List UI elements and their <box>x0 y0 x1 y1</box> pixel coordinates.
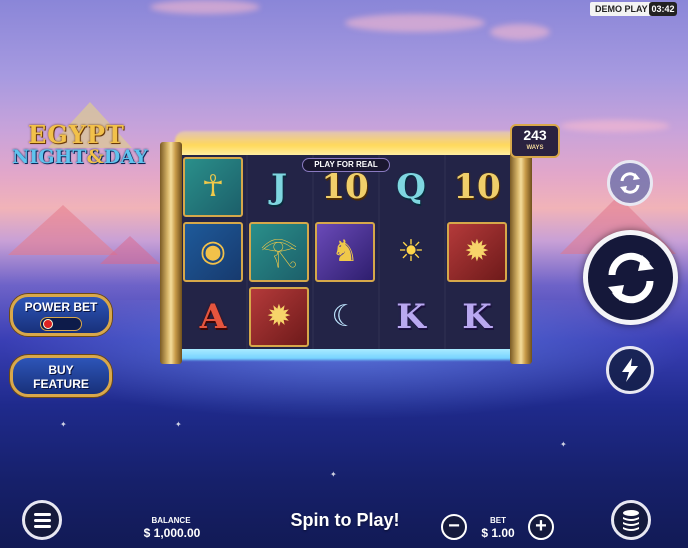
left-pillar <box>160 142 182 364</box>
autoplay-icon <box>620 172 640 194</box>
moon-icon: ☾ <box>331 300 359 333</box>
symbol-letter: 10 <box>453 167 501 207</box>
power-bet-button[interactable]: POWER BET <box>10 294 112 336</box>
reel-top-glow <box>175 131 520 157</box>
eye-of-horus-icon: 𓂀 <box>260 235 298 268</box>
reel-symbol-q: Q <box>381 157 441 217</box>
symbol-letter: K <box>462 297 492 337</box>
logo-word-night-day: NIGHT&DAY <box>12 146 148 168</box>
coin-stack-icon <box>623 510 639 531</box>
turbo-button[interactable] <box>606 346 654 394</box>
reel-symbol-sun: ☀ <box>381 222 441 282</box>
demo-play-badge: DEMO PLAY <box>590 2 653 16</box>
reel-symbol-10: 10 <box>447 157 507 217</box>
right-pillar <box>510 142 532 364</box>
clock: 03:42 <box>649 2 677 16</box>
toggle-knob <box>43 319 53 329</box>
scarab-icon: ✹ <box>266 300 292 333</box>
power-bet-label: POWER BET <box>24 300 98 314</box>
star: ✦ <box>60 420 67 429</box>
autoplay-button[interactable] <box>607 160 653 206</box>
scarab-icon: ✹ <box>464 235 490 268</box>
bet-increase-button[interactable]: + <box>528 514 554 540</box>
blue-gold-disc-icon: ◉ <box>199 235 227 268</box>
bet-label: BET <box>490 516 506 525</box>
symbol-letter: A <box>199 297 227 337</box>
symbol-letter: K <box>396 297 426 337</box>
reel-symbol-k: K <box>381 287 441 347</box>
ways-badge: 243 WAYS <box>510 124 560 158</box>
cloud <box>150 0 260 14</box>
game-logo: EGYPT NIGHT&DAY <box>10 102 150 182</box>
star: ✦ <box>175 420 182 429</box>
logo-word-egypt: EGYPT <box>28 120 125 149</box>
bet-decrease-button[interactable]: − <box>441 514 467 540</box>
reel-symbol-ankh: ☥ <box>183 157 243 217</box>
reel-symbol-scarab: ✹ <box>447 222 507 282</box>
play-for-real-banner[interactable]: PLAY FOR REAL <box>302 158 390 172</box>
symbol-letter: J <box>270 167 288 207</box>
bet-settings-button[interactable] <box>611 500 651 540</box>
symbol-letter: 10 <box>321 167 369 207</box>
reel-symbol-moon: ☾ <box>315 287 375 347</box>
star: ✦ <box>330 470 337 479</box>
reel-symbol-a: A <box>183 287 243 347</box>
menu-button[interactable] <box>22 500 62 540</box>
reel-symbol-blue-gold-disc: ◉ <box>183 222 243 282</box>
symbol-letter: Q <box>396 167 426 207</box>
spin-prompt: Spin to Play! <box>290 510 400 530</box>
reel-grid: ☥ ◉ A J 𓂀 ✹ 10 ♞ ☾ Q ☀ K 10 ✹ K <box>180 155 512 349</box>
balance-value: $ 1,000.00 <box>143 526 201 540</box>
ankh-icon: ☥ <box>201 170 225 203</box>
cloud <box>345 14 485 32</box>
reel-symbol-anubis: ♞ <box>315 222 375 282</box>
buy-feature-label-line2: FEATURE <box>33 377 89 391</box>
spin-icon <box>607 252 654 303</box>
ways-count: 243 <box>523 127 547 143</box>
cloud <box>490 24 550 40</box>
anubis-icon: ♞ <box>331 235 359 268</box>
sun-icon: ☀ <box>397 235 425 268</box>
ways-label: WAYS <box>526 145 544 151</box>
reel-symbol-eye-of-horus: 𓂀 <box>249 222 309 282</box>
spin-button[interactable] <box>583 230 678 325</box>
reel-symbol-j: J <box>249 157 309 217</box>
cloud <box>560 120 670 132</box>
lightning-icon <box>622 358 638 382</box>
buy-feature-button[interactable]: BUY FEATURE <box>10 355 112 397</box>
bet-value: $ 1.00 <box>481 526 515 540</box>
star: ✦ <box>560 440 567 449</box>
pyramid <box>100 236 160 264</box>
buy-feature-label-line1: BUY <box>48 363 74 377</box>
power-bet-toggle[interactable] <box>40 317 82 331</box>
reel-symbol-scarab: ✹ <box>249 287 309 347</box>
balance-label: BALANCE <box>151 516 191 525</box>
reel-symbol-k: K <box>447 287 507 347</box>
